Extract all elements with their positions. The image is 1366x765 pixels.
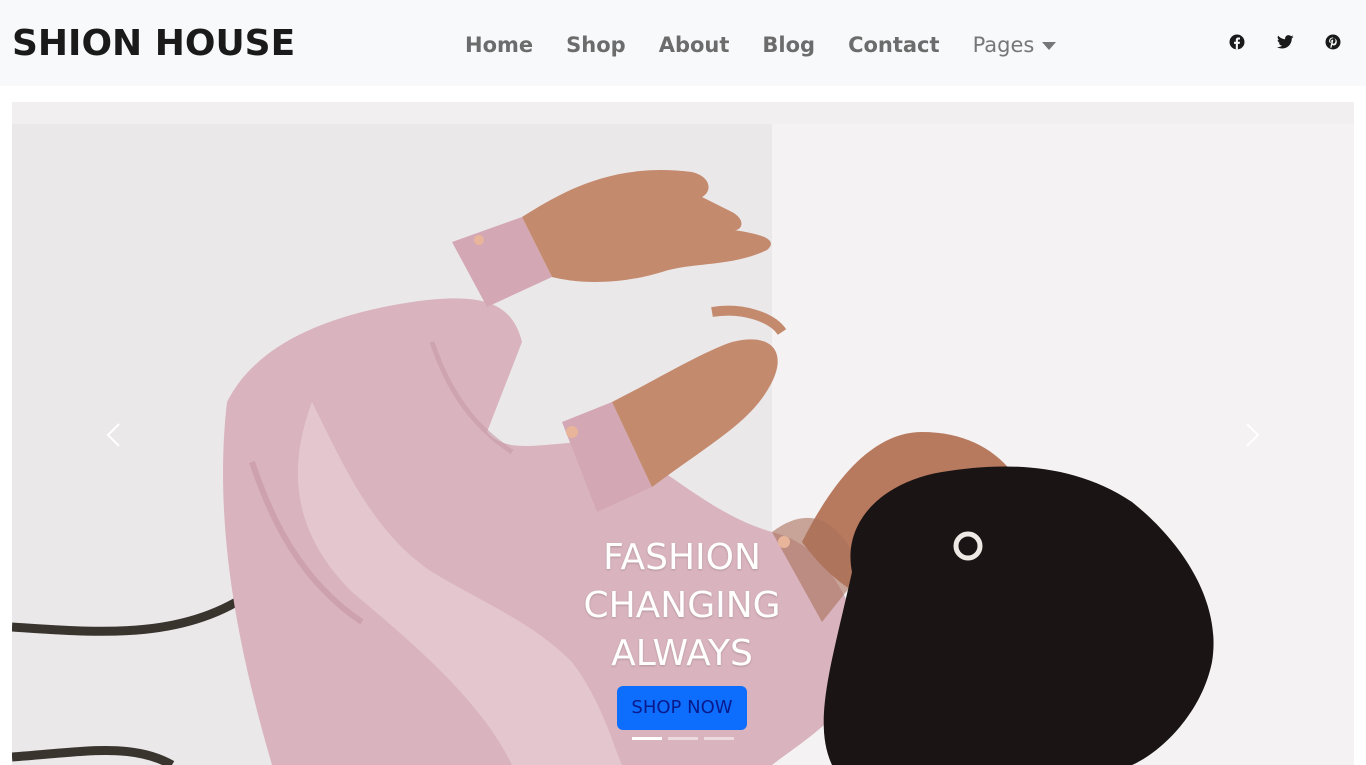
brand-title[interactable]: SHION HOUSE [12,22,295,66]
twitter-icon[interactable] [1276,33,1294,51]
hero-title-line-3: ALWAYS [611,633,753,674]
nav-home[interactable]: Home [465,33,533,57]
carousel-indicator-1[interactable] [632,737,662,740]
carousel-prev-icon[interactable] [100,420,130,450]
carousel-indicators [632,737,740,740]
nav-links: Home Shop About Blog Contact Pages [465,29,1057,61]
social-links [1198,33,1342,51]
pinterest-icon[interactable] [1324,33,1342,51]
carousel-indicator-2[interactable] [668,737,698,740]
carousel-next-icon[interactable] [1236,420,1266,450]
shop-now-button[interactable]: SHOP NOW [617,686,747,730]
nav-pages-dropdown[interactable]: Pages [973,33,1035,57]
nav-contact[interactable]: Contact [848,33,940,57]
nav-shop[interactable]: Shop [566,33,626,57]
hero-caption: FASHION CHANGING ALWAYS SHOP NOW [532,534,832,730]
hero-title-line-1: FASHION [603,537,761,578]
carousel-indicator-3[interactable] [704,737,734,740]
hero-title-line-2: CHANGING [583,585,781,626]
nav-blog[interactable]: Blog [762,33,815,57]
chevron-down-icon[interactable] [1042,42,1057,50]
hero-carousel: FASHION CHANGING ALWAYS SHOP NOW [12,102,1354,765]
facebook-icon[interactable] [1228,33,1246,51]
nav-about[interactable]: About [659,33,730,57]
navbar: SHION HOUSE Home Shop About Blog Contact… [0,0,1366,86]
